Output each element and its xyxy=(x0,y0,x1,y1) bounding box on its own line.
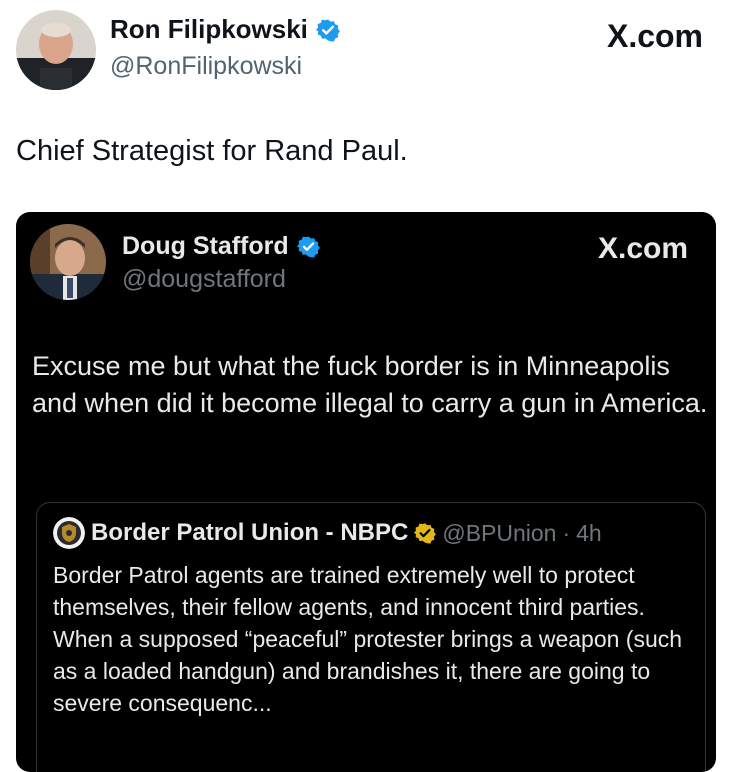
nested-author-handle[interactable]: @BPUnion xyxy=(442,520,556,547)
nested-quote-header: Border Patrol Union - NBPC @BPUnion · 4h xyxy=(53,517,602,549)
nested-quote-card[interactable]: Border Patrol Union - NBPC @BPUnion · 4h… xyxy=(36,502,706,772)
x-com-logo: X.com xyxy=(597,232,688,265)
quoted-author-name[interactable]: Doug Stafford xyxy=(122,232,320,261)
outer-author-handle[interactable]: @RonFilipkowski xyxy=(110,52,302,81)
nested-separator-dot: · xyxy=(562,519,571,546)
outer-author-name[interactable]: Ron Filipkowski xyxy=(110,14,340,45)
verified-gold-badge-icon xyxy=(414,522,437,544)
quoted-tweet-card[interactable]: Doug Stafford @dougstafford X.com Excuse… xyxy=(16,212,716,772)
verified-badge-icon xyxy=(315,18,340,42)
outer-tweet-text: Chief Strategist for Rand Paul. xyxy=(16,135,408,167)
outer-author-name-text: Ron Filipkowski xyxy=(110,14,308,44)
ron-filipkowski-avatar[interactable] xyxy=(16,10,96,90)
quoted-tweet-text: Excuse me but what the fuck border is in… xyxy=(32,351,708,418)
x-com-logo: X.com xyxy=(606,18,703,54)
nested-quote-text: Border Patrol agents are trained extreme… xyxy=(53,562,683,716)
quoted-author-handle[interactable]: @dougstafford xyxy=(122,265,286,294)
doug-stafford-avatar[interactable] xyxy=(30,224,106,300)
nested-author-name[interactable]: Border Patrol Union - NBPC xyxy=(91,519,408,547)
quoted-author-name-text: Doug Stafford xyxy=(122,232,289,260)
nested-timestamp[interactable]: 4h xyxy=(576,520,602,547)
verified-badge-icon xyxy=(296,235,320,258)
bpunion-avatar[interactable] xyxy=(53,517,85,549)
